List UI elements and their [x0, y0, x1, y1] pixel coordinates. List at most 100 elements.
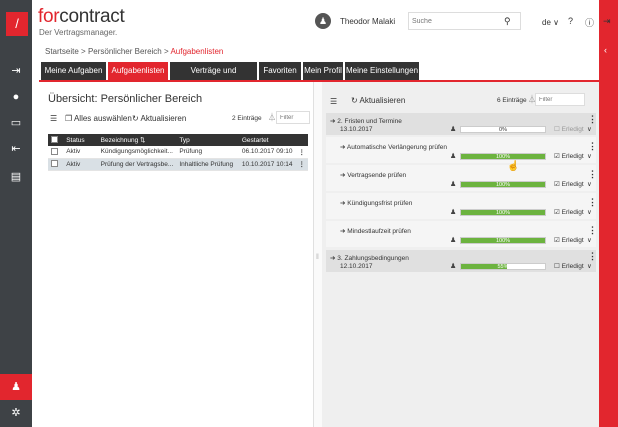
tab-einstellungen[interactable]: Meine Einstellungen — [345, 62, 419, 80]
row-checkbox-cell[interactable] — [48, 158, 64, 171]
chevron-down-icon[interactable]: ∨ — [587, 152, 592, 160]
done-checkbox[interactable]: ☐ Erledigt — [554, 262, 584, 270]
select-all-checkbox[interactable] — [51, 136, 58, 144]
inbox-icon[interactable]: ▭ — [9, 116, 23, 130]
breadcrumb-sep: > — [81, 47, 86, 56]
tab-meine-aufgaben[interactable]: Meine Aufgaben — [41, 62, 106, 80]
person-icon: ♟ — [11, 381, 21, 393]
assignee-icon: ♟ — [450, 153, 457, 160]
task-menu-icon[interactable]: ⋮ — [588, 169, 597, 180]
progress-label: 100% — [495, 238, 511, 244]
search-icon[interactable]: ⚲ — [504, 16, 511, 27]
chevron-down-icon[interactable]: ∨ — [587, 180, 592, 188]
progress-bar: 100% — [460, 153, 546, 160]
breadcrumb-home[interactable]: Startseite — [45, 47, 79, 56]
task-menu-icon[interactable]: ⋮ — [588, 225, 597, 236]
tab-bar: Meine Aufgaben Aufgabenlisten Verträge u… — [39, 62, 599, 93]
users-icon[interactable]: ● — [9, 90, 23, 104]
tab-aufgabenlisten[interactable]: Aufgabenlisten — [108, 62, 168, 80]
done-checkbox[interactable]: ☑ Erledigt — [554, 236, 584, 244]
refresh-button[interactable]: ↻ Aktualisieren — [132, 114, 186, 123]
group-menu-icon[interactable]: ⋮ — [588, 251, 597, 262]
user-name[interactable]: Theodor Malaki — [340, 17, 395, 26]
tab-favoriten[interactable]: Favoriten — [259, 62, 301, 80]
task-list-panel: ☰ ↻ Aktualisieren 6 Einträge ⏃ ➔ 2. Fris… — [322, 82, 599, 427]
progress-bar: 0% — [460, 126, 546, 133]
done-label: Erledigt — [561, 126, 584, 133]
login-icon[interactable]: ⇥ — [9, 64, 23, 78]
task-title-text: Kündigungsfrist prüfen — [347, 200, 413, 207]
task-title: ➔ Mindestlaufzeit prüfen — [340, 227, 411, 235]
filter-toggle-icon[interactable]: ☰ — [50, 114, 57, 123]
breadcrumb-area[interactable]: Persönlicher Bereich — [88, 47, 162, 56]
chevron-down-icon[interactable]: ∨ — [587, 208, 592, 216]
task-menu-icon[interactable]: ⋮ — [588, 141, 597, 152]
avatar[interactable]: ♟ — [315, 13, 331, 29]
cell-name[interactable]: Prüfung der Vertragsbe... — [97, 158, 177, 171]
cell-name[interactable]: Kündigungsmöglichkeit... — [97, 146, 177, 159]
app-logo[interactable]: / — [6, 12, 28, 36]
task-item[interactable]: ➔ Kündigungsfrist prüfen ♟ 100% ☑ Erledi… — [326, 193, 597, 219]
header-checkbox[interactable] — [48, 134, 64, 146]
refresh-button[interactable]: ↻ Aktualisieren — [351, 96, 405, 105]
funnel-icon[interactable]: ⏃ — [268, 112, 276, 123]
select-all-button[interactable]: ❐ Alles auswählen — [65, 114, 132, 123]
info-icon[interactable]: ⓘ — [585, 16, 594, 29]
done-label: Erledigt — [561, 181, 584, 188]
settings-person-icon[interactable]: ✲ — [9, 406, 23, 420]
row-menu-icon[interactable]: ⋮ — [295, 158, 308, 171]
task-group[interactable]: ➔ 3. Zahlungsbedingungen 12.10.2017 ♟ 55… — [326, 250, 597, 272]
tab-mein-profil[interactable]: Mein Profil — [303, 62, 343, 80]
filter-toggle-icon[interactable]: ☰ — [330, 97, 337, 106]
table-row[interactable]: Aktiv Prüfung der Vertragsbe... Inhaltli… — [48, 158, 308, 171]
export-icon[interactable]: ⇤ — [9, 142, 23, 156]
done-checkbox[interactable]: ☑ Erledigt — [554, 208, 584, 216]
document-icon[interactable]: ▤ — [9, 170, 23, 184]
task-title: ➔ Automatische Verlängerung prüfen — [340, 143, 447, 151]
task-group[interactable]: ➔ 2. Fristen und Termine 13.10.2017 ♟ 0%… — [326, 113, 597, 135]
chevron-down-icon[interactable]: ∨ — [587, 262, 592, 270]
sidebar: / ⇥ ● ▭ ⇤ ▤ ♟ ✲ — [0, 0, 32, 427]
task-menu-icon[interactable]: ⋮ — [588, 197, 597, 208]
group-title-text: 3. Zahlungsbedingungen — [337, 255, 409, 262]
chevron-down-icon[interactable]: ∨ — [587, 236, 592, 244]
collapse-icon[interactable]: ‹ — [604, 45, 607, 55]
progress-bar: 100% — [460, 209, 546, 216]
entry-count: 6 Einträge — [497, 97, 527, 104]
row-checkbox[interactable] — [51, 160, 58, 168]
done-checkbox[interactable]: ☐ Erledigt — [554, 125, 584, 133]
col-status[interactable]: Status — [63, 134, 98, 146]
task-item[interactable]: ➔ Mindestlaufzeit prüfen ♟ 100% ☑ Erledi… — [326, 221, 597, 247]
row-checkbox[interactable] — [51, 148, 58, 156]
group-menu-icon[interactable]: ⋮ — [588, 114, 597, 125]
table-row[interactable]: Aktiv Kündigungsmöglichkeit... Prüfung 0… — [48, 146, 308, 159]
done-checkbox[interactable]: ☑ Erledigt — [554, 152, 584, 160]
col-gestartet[interactable]: Gestartet — [238, 134, 296, 146]
task-item[interactable]: ➔ Vertragsende prüfen ♟ 100% ☑ Erledigt … — [326, 165, 597, 191]
right-red-panel[interactable]: ‹ — [599, 0, 618, 427]
overview-panel: Übersicht: Persönlicher Bereich ☰ ❐ Alle… — [38, 82, 314, 427]
splitter-handle-icon[interactable]: ‖ — [316, 254, 319, 261]
task-title-text: Mindestlaufzeit prüfen — [347, 228, 411, 235]
col-typ[interactable]: Typ — [176, 134, 239, 146]
assignee-icon: ♟ — [450, 263, 457, 270]
refresh-label: Aktualisieren — [140, 114, 187, 123]
row-checkbox-cell[interactable] — [48, 146, 64, 159]
task-table: Status Bezeichnung ⇅ Typ Gestartet Aktiv… — [48, 134, 308, 171]
language-select[interactable]: de ∨ — [542, 18, 559, 27]
cell-started: 10.10.2017 10:14 — [238, 158, 296, 171]
logout-icon[interactable]: ⇥ — [603, 16, 611, 27]
group-title: ➔ 2. Fristen und Termine — [330, 117, 402, 125]
panel-splitter[interactable]: ‖ — [314, 82, 322, 427]
row-menu-icon[interactable]: ⋮ — [295, 146, 308, 159]
hand-cursor-icon: ☝ — [507, 161, 520, 172]
task-item[interactable]: ➔ Automatische Verlängerung prüfen ♟ 100… — [326, 137, 597, 163]
chevron-down-icon[interactable]: ∨ — [587, 125, 592, 133]
tab-vertraege[interactable]: Verträge und Dokumente — [170, 62, 257, 93]
filter-input[interactable] — [535, 93, 585, 106]
done-checkbox[interactable]: ☑ Erledigt — [554, 180, 584, 188]
assignee-icon: ♟ — [450, 181, 457, 188]
help-icon[interactable]: ? — [568, 16, 573, 26]
filter-input[interactable] — [276, 111, 310, 124]
col-bezeichnung[interactable]: Bezeichnung ⇅ — [97, 134, 177, 146]
